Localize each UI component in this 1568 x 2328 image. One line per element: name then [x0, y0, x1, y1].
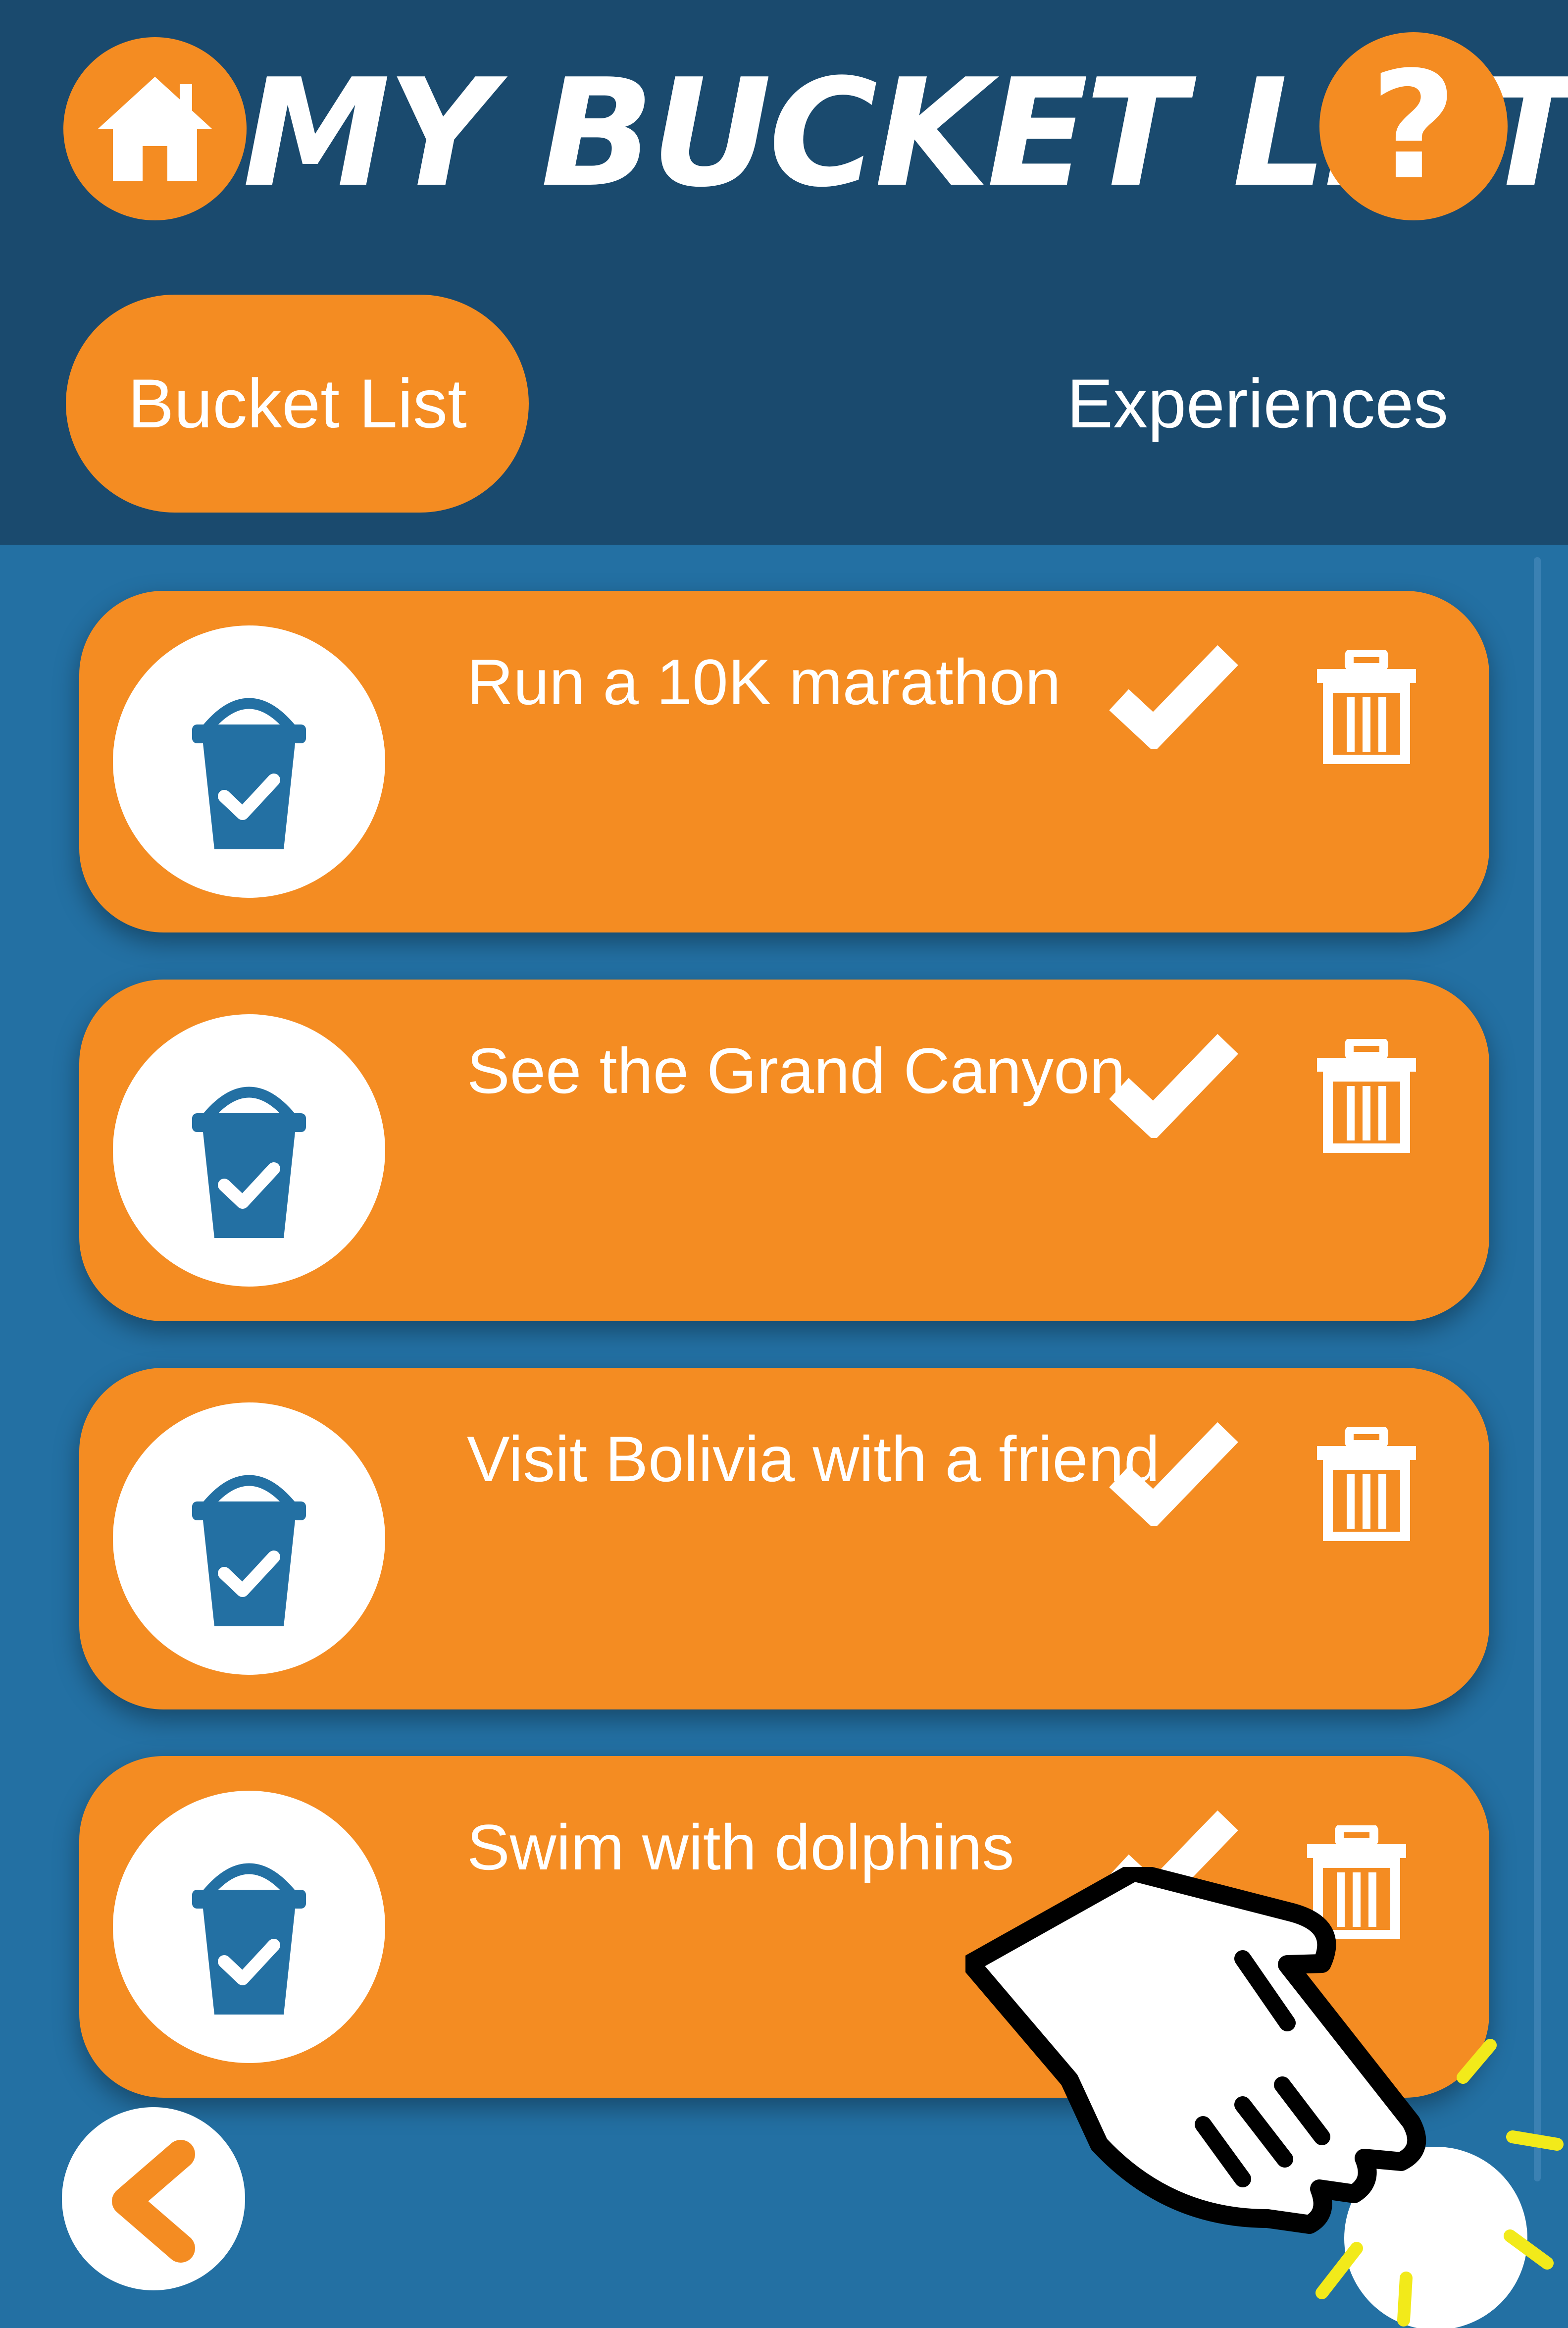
app-header: MY BUCKET LIST ? Bucket List Experiences [0, 0, 1568, 545]
item-text: See the Grand Canyon [467, 1035, 1125, 1107]
back-button[interactable] [62, 2107, 245, 2290]
trash-icon [1317, 648, 1416, 765]
help-icon: ? [1370, 40, 1457, 212]
tab-experiences-label: Experiences [1066, 364, 1449, 442]
complete-button[interactable] [1104, 640, 1243, 752]
app-title: MY BUCKET LIST [243, 47, 1568, 220]
list-item[interactable]: Run a 10K marathon [79, 591, 1489, 932]
bucket-check-icon [113, 625, 385, 898]
complete-button[interactable] [1104, 1029, 1243, 1141]
trash-icon [1317, 1037, 1416, 1153]
item-text: Visit Bolivia with a friend [467, 1423, 1160, 1495]
check-icon [1109, 1422, 1238, 1529]
check-icon [1109, 645, 1238, 752]
tab-experiences[interactable]: Experiences [1040, 295, 1475, 513]
bucket-check-icon [113, 1402, 385, 1675]
list-item[interactable]: Visit Bolivia with a friend [79, 1368, 1489, 1709]
home-button[interactable] [63, 37, 247, 220]
delete-button[interactable] [1312, 648, 1421, 765]
bucket-check-icon [113, 1014, 385, 1287]
home-icon [98, 77, 212, 181]
check-icon [1109, 1034, 1238, 1141]
list-item[interactable]: See the Grand Canyon [79, 980, 1489, 1321]
tab-bucket-list-label: Bucket List [128, 364, 467, 442]
complete-button[interactable] [1104, 1417, 1243, 1529]
trash-icon [1317, 1425, 1416, 1542]
hand-pointer-icon [965, 1867, 1564, 2328]
delete-button[interactable] [1312, 1425, 1421, 1542]
item-text: Run a 10K marathon [467, 646, 1061, 718]
chevron-left-icon [112, 2140, 195, 2263]
bucket-check-icon [113, 1791, 385, 2063]
help-button[interactable]: ? [1319, 32, 1508, 220]
delete-button[interactable] [1312, 1037, 1421, 1153]
tab-bucket-list[interactable]: Bucket List [66, 295, 529, 513]
